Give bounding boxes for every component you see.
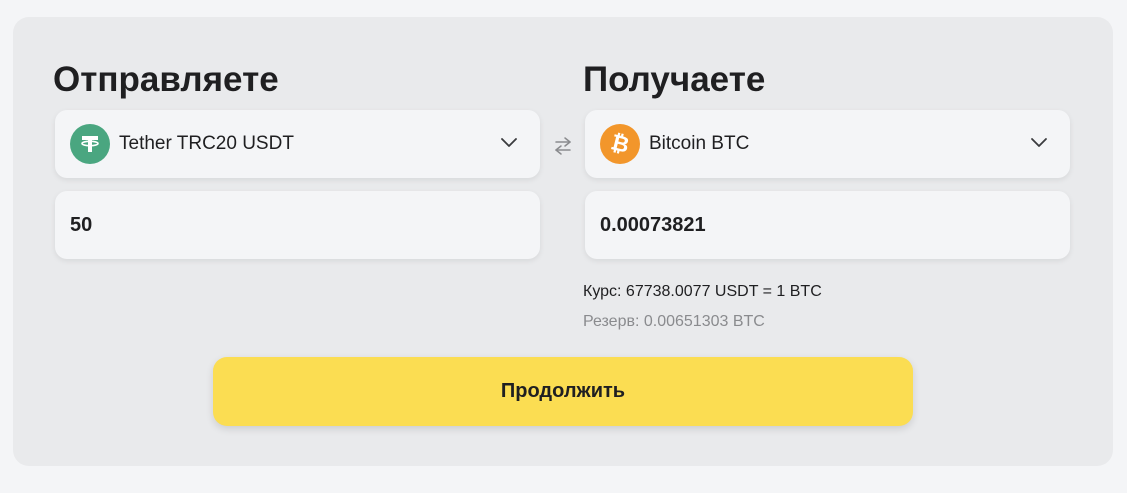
send-amount-input[interactable]: 50 — [55, 191, 540, 259]
bitcoin-icon: ₿ — [600, 124, 640, 164]
receive-currency-label: Bitcoin BTC — [649, 133, 750, 154]
send-currency-select[interactable]: Tether TRC20 USDT — [55, 110, 540, 178]
receive-title: Получаете — [583, 60, 766, 99]
chevron-down-icon — [1031, 138, 1047, 147]
swap-icon[interactable] — [551, 134, 575, 158]
send-title: Отправляете — [53, 60, 279, 99]
receive-amount-input[interactable]: 0.00073821 — [585, 191, 1070, 259]
tether-icon — [70, 124, 110, 164]
exchange-card: Отправляете Получаете Tether TRC20 USDT … — [13, 17, 1113, 466]
exchange-rate: Курс: 67738.0077 USDT = 1 BTC — [583, 283, 822, 300]
reserve-amount: Резерв: 0.00651303 BTC — [583, 313, 765, 330]
chevron-down-icon — [501, 138, 517, 147]
send-currency-label: Tether TRC20 USDT — [119, 133, 294, 154]
receive-currency-select[interactable]: ₿ Bitcoin BTC — [585, 110, 1070, 178]
continue-button[interactable]: Продолжить — [213, 357, 913, 426]
